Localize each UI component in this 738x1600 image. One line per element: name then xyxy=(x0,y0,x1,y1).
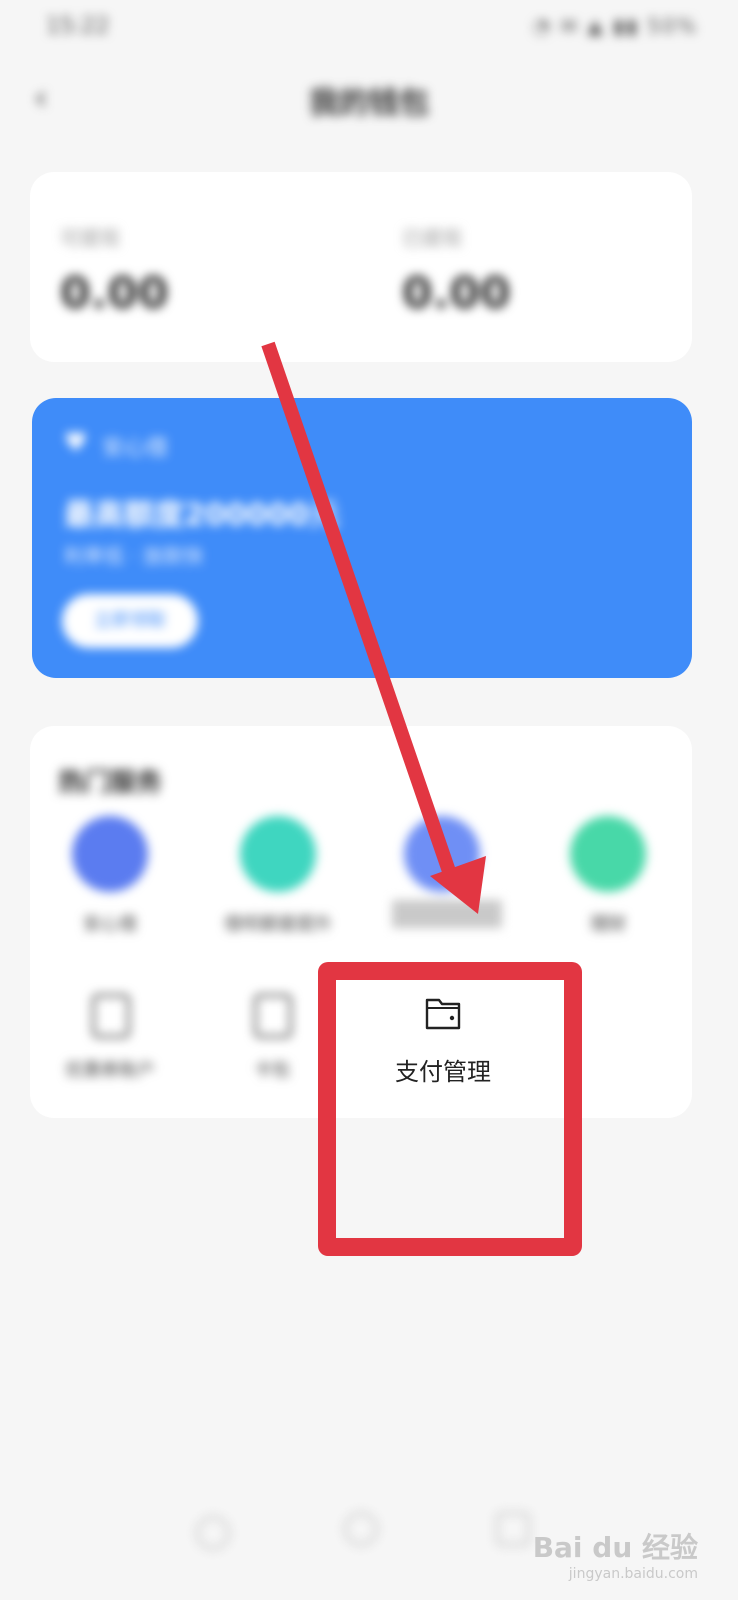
annotation-arrow xyxy=(261,341,486,914)
watermark-logo: Bai du 经验 jingyan.baidu.com xyxy=(532,1531,698,1582)
nav-back-button[interactable] xyxy=(196,1516,230,1550)
nav-home-button[interactable] xyxy=(344,1512,378,1546)
nav-recent-button[interactable] xyxy=(496,1512,530,1546)
